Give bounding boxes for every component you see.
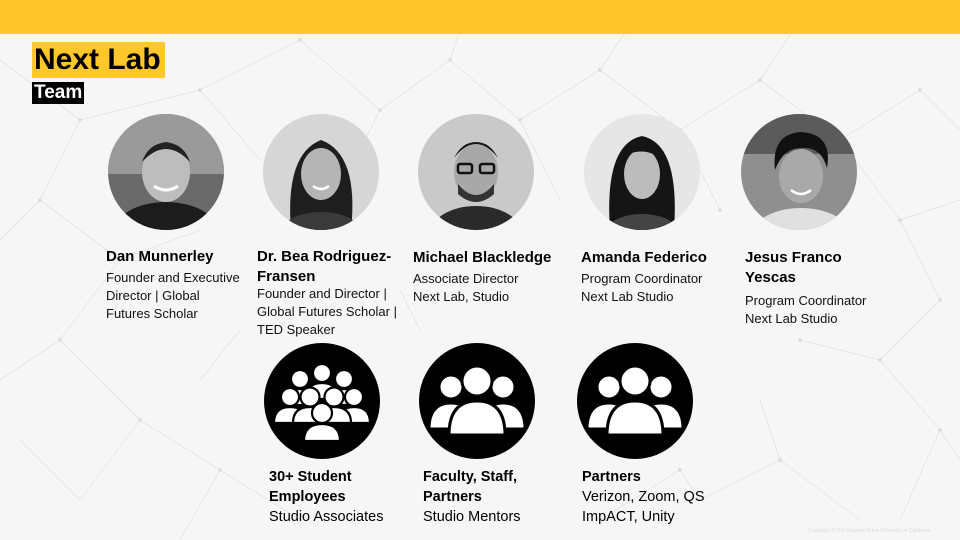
member-role: Founder and Executive Director | Global … (106, 269, 240, 323)
group-desc-line: ImpACT, Unity (582, 509, 675, 525)
member-name: Dr. Bea Rodriguez- Fransen (257, 247, 391, 287)
page-title: Next Lab (32, 42, 165, 78)
role-line: Associate Director (413, 271, 519, 286)
member-role: Founder and Director | Global Futures Sc… (257, 285, 397, 339)
team-photo-amanda-federico (584, 114, 700, 230)
group-title-line: Faculty, Staff, (423, 469, 517, 485)
group-title: Partners (582, 469, 641, 485)
group-description: Verizon, Zoom, QS ImpACT, Unity (582, 487, 705, 527)
member-name: Dan Munnerley (106, 248, 214, 265)
name-line: Jesus Franco (745, 249, 842, 266)
group-icon (419, 343, 535, 459)
role-line: Next Lab Studio (581, 289, 674, 304)
member-role: Program Coordinator Next Lab Studio (745, 292, 866, 328)
name-line: Fransen (257, 268, 316, 285)
role-line: Program Coordinator (745, 293, 867, 308)
group-title-line: Employees (269, 489, 346, 505)
team-photo-dan-munnerley (108, 114, 224, 230)
group-description: Studio Associates (269, 509, 384, 525)
member-role: Program Coordinator Next Lab Studio (581, 270, 702, 306)
team-photo-bea-rodriguez-fransen (263, 114, 379, 230)
role-line: Global Futures Scholar | (257, 304, 397, 319)
role-line: Next Lab Studio (745, 311, 838, 326)
copyright-text: Copyright © The Regents of the Universit… (808, 528, 930, 534)
team-photo-michael-blackledge (418, 114, 534, 230)
group-icon (577, 343, 693, 459)
name-line: Dr. Bea Rodriguez- (257, 248, 392, 265)
member-name: Amanda Federico (581, 249, 707, 266)
member-name: Michael Blackledge (413, 249, 552, 266)
group-title: Faculty, Staff, Partners (423, 467, 517, 507)
member-name: Jesus Franco Yescas (745, 248, 842, 288)
role-line: Director | Global (106, 288, 200, 303)
crowd-icon (264, 343, 380, 459)
group-description: Studio Mentors (423, 509, 521, 525)
top-accent-bar (0, 0, 960, 34)
group-desc-line: Verizon, Zoom, QS (582, 489, 705, 505)
role-line: TED Speaker (257, 322, 336, 337)
role-line: Founder and Director | (257, 286, 387, 301)
page-subtitle: Team (32, 82, 85, 104)
role-line: Founder and Executive (106, 270, 240, 285)
role-line: Program Coordinator (581, 271, 703, 286)
role-line: Next Lab, Studio (413, 289, 510, 304)
group-title: 30+ Student Employees (269, 467, 352, 507)
member-role: Associate Director Next Lab, Studio (413, 270, 518, 306)
role-line: Futures Scholar (106, 306, 198, 321)
group-title-line: Partners (423, 489, 482, 505)
team-photo-jesus-franco-yescas (741, 114, 857, 230)
group-title-line: 30+ Student (269, 469, 352, 485)
name-line: Yescas (745, 269, 796, 286)
